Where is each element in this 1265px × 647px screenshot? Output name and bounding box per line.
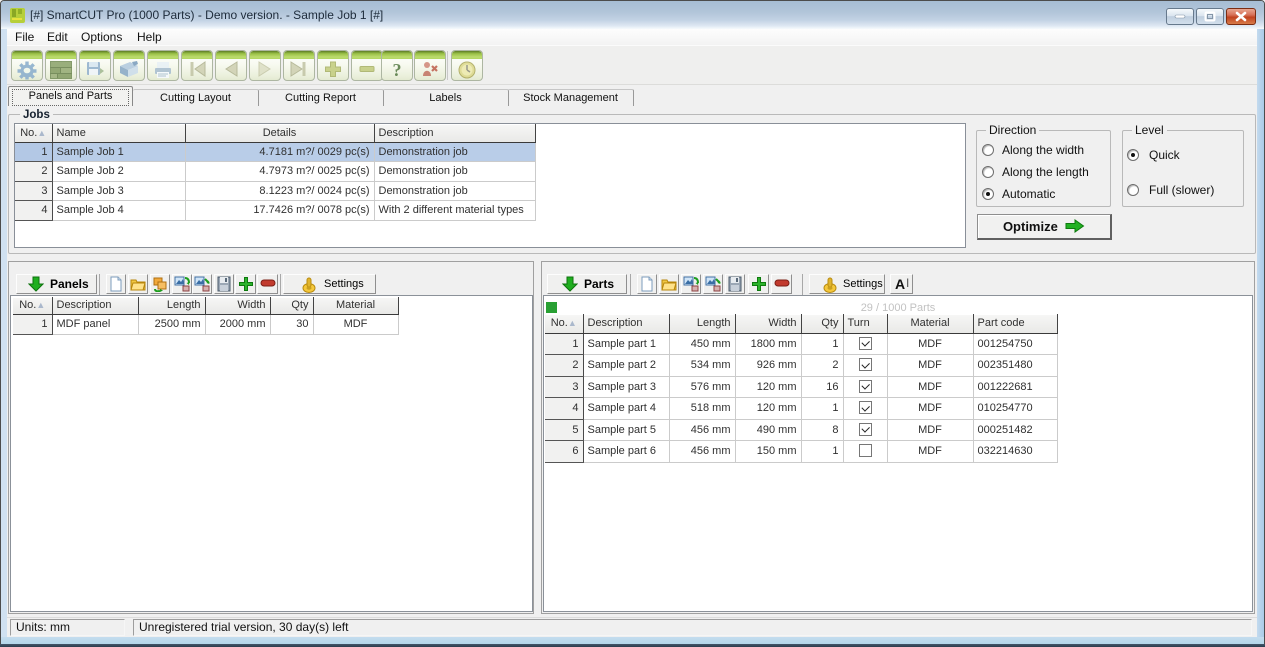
svg-text:?: ? (393, 60, 402, 79)
